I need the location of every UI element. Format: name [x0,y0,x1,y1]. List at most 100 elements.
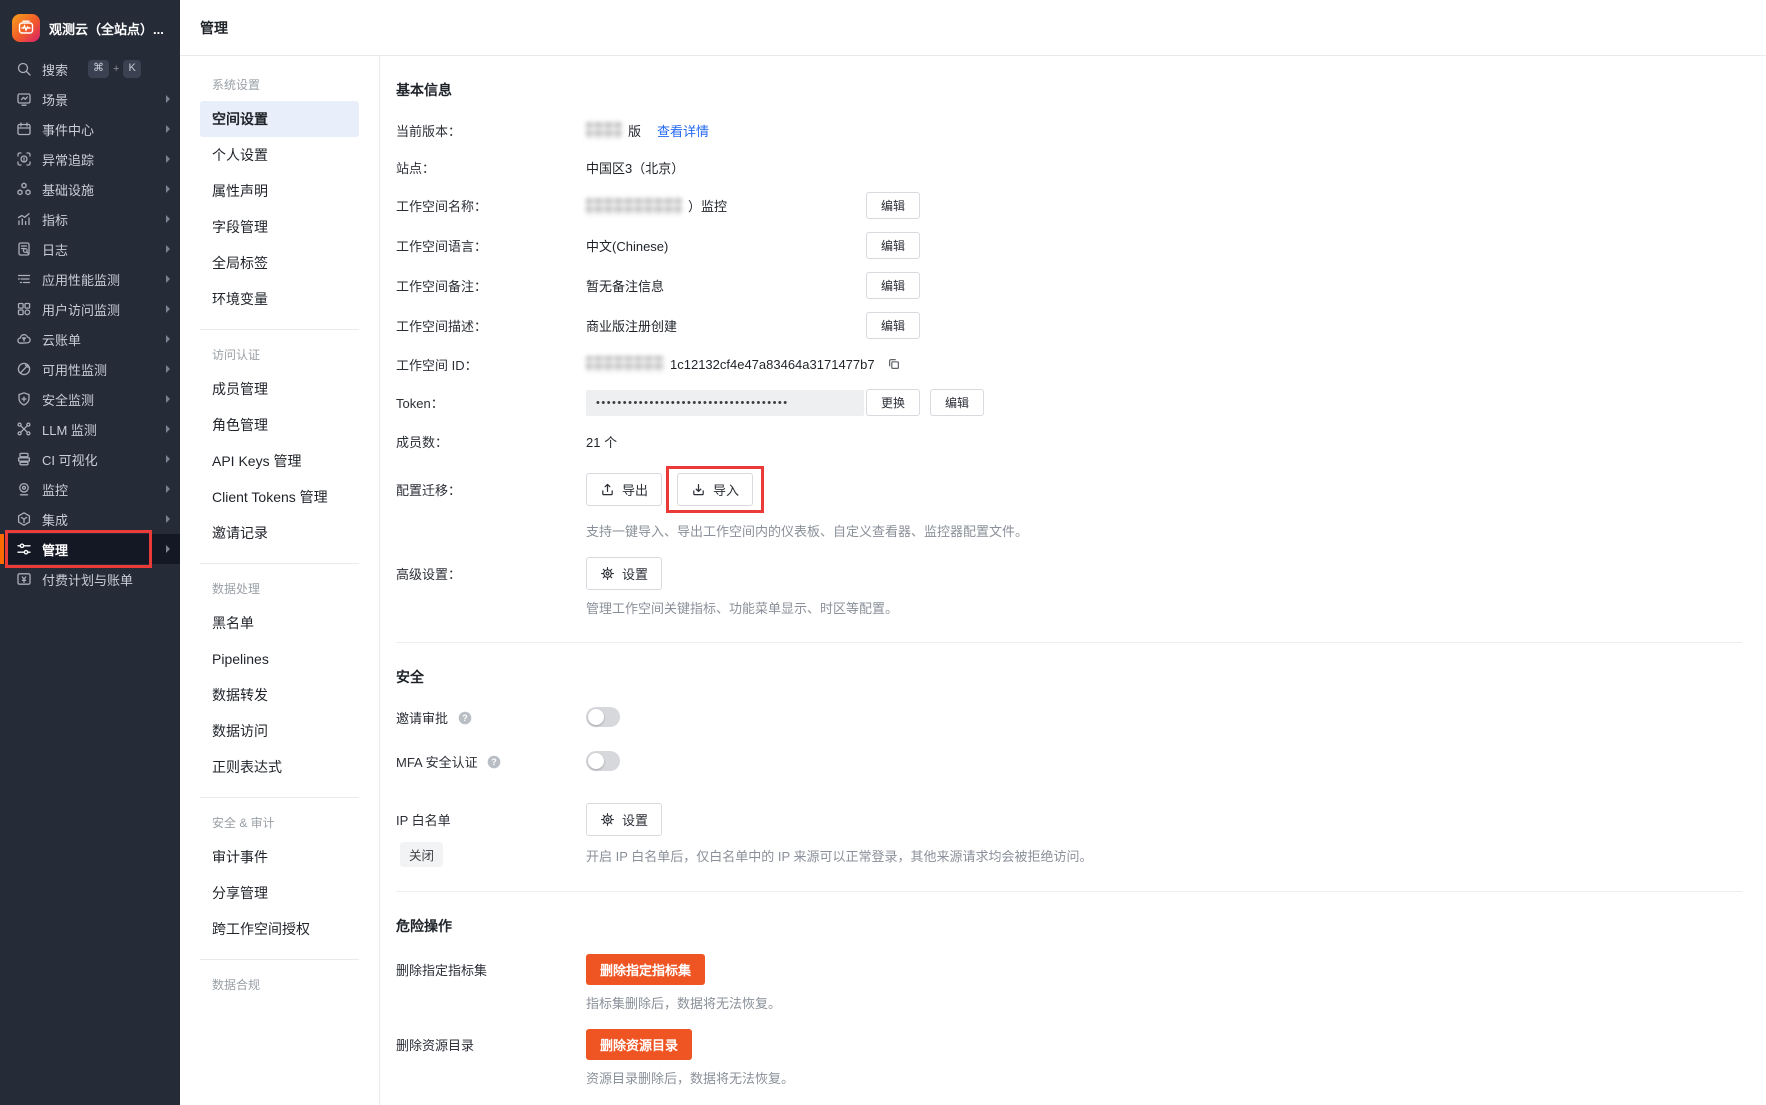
sidebar-item-management[interactable]: 管理 [0,534,180,564]
sidebar-item-availability[interactable]: 可用性监测 [0,354,180,384]
edit-name-button[interactable]: 编辑 [866,192,920,219]
help-icon[interactable]: ? [487,755,501,769]
subnav-item-invite-records[interactable]: 邀请记录 [200,515,359,551]
replace-token-button[interactable]: 更换 [866,389,920,416]
chevron-right-icon [166,455,170,463]
chevron-right-icon [166,275,170,283]
import-button[interactable]: 导入 [677,473,753,506]
sidebar-item-security-monitoring[interactable]: 安全监测 [0,384,180,414]
anomaly-tracking-icon [16,151,32,167]
ip-allowlist-desc: 开启 IP 白名单后，仅白名单中的 IP 来源可以正常登录，其他来源请求均会被拒… [586,846,1742,865]
subnav-section-access: 访问认证 [180,334,379,371]
page-header: 管理 [180,0,1766,56]
advanced-settings-button[interactable]: 设置 [586,557,662,590]
workspace-remark-value: 暂无备注信息 [586,276,866,295]
edit-language-button[interactable]: 编辑 [866,232,920,259]
chevron-right-icon [166,515,170,523]
sidebar-item-logs[interactable]: 日志 [0,234,180,264]
copy-icon[interactable] [887,357,901,371]
management-icon [16,541,32,557]
workspace-switcher[interactable]: 观测云（全站点）... [0,0,180,54]
subnav-item-client-tokens[interactable]: Client Tokens 管理 [200,479,359,515]
subnav-item-share-management[interactable]: 分享管理 [200,875,359,911]
sidebar-item-apm[interactable]: 应用性能监测 [0,264,180,294]
subnav-item-api-keys[interactable]: API Keys 管理 [200,443,359,479]
subnav-section-data-compliance: 数据合规 [180,964,379,1001]
sidebar-item-infrastructure[interactable]: 基础设施 [0,174,180,204]
members-count-label: 成员数： [396,432,586,451]
subnav-item-attribute-claims[interactable]: 属性声明 [200,173,359,209]
subnav-item-blacklist[interactable]: 黑名单 [200,605,359,641]
subnav-item-cross-workspace-auth[interactable]: 跨工作空间授权 [200,911,359,947]
ip-allowlist-settings-button[interactable]: 设置 [586,803,662,836]
infrastructure-icon [16,181,32,197]
edit-token-button[interactable]: 编辑 [930,389,984,416]
chevron-right-icon [166,545,170,553]
chevron-right-icon [166,335,170,343]
subnav-item-role-management[interactable]: 角色管理 [200,407,359,443]
edit-desc-button[interactable]: 编辑 [866,312,920,339]
ci-visualization-icon [16,451,32,467]
config-migration-label: 配置迁移： [396,480,586,499]
subnav-item-field-management[interactable]: 字段管理 [200,209,359,245]
sidebar-item-ci-visualization[interactable]: CI 可视化 [0,444,180,474]
view-details-link[interactable]: 查看详情 [657,121,709,140]
divider [200,797,359,798]
chevron-right-icon [166,395,170,403]
sidebar-item-metrics[interactable]: 指标 [0,204,180,234]
chevron-right-icon [166,215,170,223]
delete-metric-set-button[interactable]: 删除指定指标集 [586,954,705,985]
chevron-right-icon [166,125,170,133]
divider [396,891,1742,892]
security-title: 安全 [396,667,1742,687]
subnav-item-audit-events[interactable]: 审计事件 [200,839,359,875]
integrations-icon [16,511,32,527]
subnav-item-member-management[interactable]: 成员管理 [200,371,359,407]
space-settings-content: 基本信息 当前版本： 版 查看详情 站点： 中国区3（北京） 工作空间名称： [380,56,1766,1105]
chevron-right-icon [166,95,170,103]
invite-approval-toggle[interactable] [586,707,620,727]
sidebar-item-integrations[interactable]: 集成 [0,504,180,534]
sidebar-item-monitoring[interactable]: 监控 [0,474,180,504]
delete-resource-catalog-button[interactable]: 删除资源目录 [586,1029,692,1060]
sidebar-item-scene[interactable]: 场景 [0,84,180,114]
search-shortcut: ⌘ + K [88,60,141,77]
workspace-remark-label: 工作空间备注： [396,276,586,295]
subnav-item-data-forwarding[interactable]: 数据转发 [200,677,359,713]
danger-zone-title: 危险操作 [396,916,1742,936]
invite-approval-label: 邀请审批 ? [396,708,586,727]
export-button[interactable]: 导出 [586,473,662,506]
cloud-billing-icon [16,331,32,347]
basic-info-title: 基本信息 [396,80,1742,100]
version-label: 当前版本： [396,121,586,140]
sidebar-item-anomaly-tracking[interactable]: 异常追踪 [0,144,180,174]
sidebar-search[interactable]: 搜索 ⌘ + K [0,54,180,84]
help-icon[interactable]: ? [458,711,472,725]
scene-icon [16,91,32,107]
availability-icon [16,361,32,377]
subnav-item-space-settings[interactable]: 空间设置 [200,101,359,137]
sidebar-item-billing-plan[interactable]: 付费计划与账单 [0,564,180,594]
redacted-workspace-name [586,197,682,215]
advanced-settings-label: 高级设置： [396,564,586,583]
subnav-item-personal-settings[interactable]: 个人设置 [200,137,359,173]
app-root: 观测云（全站点）... 搜索 ⌘ + K 场景 事件中心 异常追 [0,0,1766,1105]
mfa-toggle[interactable] [586,751,620,771]
site-value: 中国区3（北京） [586,158,866,177]
workspace-language-value: 中文(Chinese) [586,236,866,255]
security-monitoring-icon [16,391,32,407]
subnav-item-pipelines[interactable]: Pipelines [200,641,359,677]
sidebar-item-cloud-billing[interactable]: 云账单 [0,324,180,354]
subnav-item-regex[interactable]: 正则表达式 [200,749,359,785]
subnav-item-env-variables[interactable]: 环境变量 [200,281,359,317]
svg-text:?: ? [462,713,468,723]
subnav-item-global-labels[interactable]: 全局标签 [200,245,359,281]
subnav-item-data-access[interactable]: 数据访问 [200,713,359,749]
llm-monitoring-icon [16,421,32,437]
sidebar-item-llm-monitoring[interactable]: LLM 监测 [0,414,180,444]
subnav-section-security-audit: 安全 & 审计 [180,802,379,839]
edit-remark-button[interactable]: 编辑 [866,272,920,299]
sidebar-item-rum[interactable]: 用户访问监测 [0,294,180,324]
sidebar-item-event-center[interactable]: 事件中心 [0,114,180,144]
delete-resource-catalog-label: 删除资源目录 [396,1035,586,1054]
